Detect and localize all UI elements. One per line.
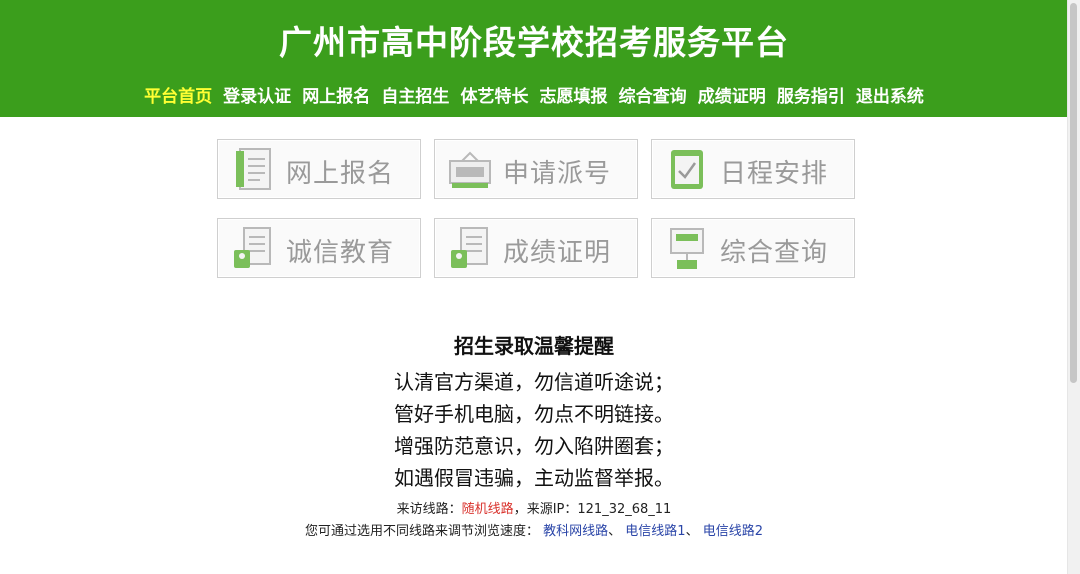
notice-line: 认清官方渠道，勿信道听途说； (394, 370, 674, 394)
notice-line: 增强防范意识，勿入陷阱圈套； (394, 434, 674, 458)
main-nav: 平台首页 登录认证 网上报名 自主招生 体艺特长 志愿填报 综合查询 成绩证明 … (0, 82, 1068, 107)
tile-label: 网上报名 (286, 159, 395, 189)
route-hint: 您可通过选用不同线路来调节浏览速度： (304, 524, 539, 539)
nav-service-guide[interactable]: 服务指引 (777, 82, 845, 107)
nav-comprehensive-query[interactable]: 综合查询 (619, 82, 687, 107)
notice-line: 管好手机电脑，勿点不明链接。 (394, 402, 674, 426)
tile-label: 诚信教育 (286, 238, 395, 268)
tile-schedule[interactable]: 日程安排 (651, 139, 855, 199)
vertical-scrollbar[interactable] (1067, 0, 1080, 574)
tile-label: 日程安排 (720, 159, 829, 189)
nav-application-filling[interactable]: 志愿填报 (540, 82, 608, 107)
route-option-edu-link[interactable]: 教科网线路 (543, 524, 608, 539)
nav-logout[interactable]: 退出系统 (856, 82, 924, 107)
route-option-telecom1-link[interactable]: 电信线路1 (625, 524, 685, 539)
ip-label: ，来源IP： (513, 502, 578, 517)
nav-score-certificate[interactable]: 成绩证明 (698, 82, 766, 107)
tile-integrity-education[interactable]: 诚信教育 (217, 218, 421, 278)
nav-independent-enrollment[interactable]: 自主招生 (381, 82, 449, 107)
tile-online-registration[interactable]: 网上报名 (217, 139, 421, 199)
route-info: 来访线路：随机线路，来源IP：121_32_68_11 (0, 498, 1068, 517)
ticket-icon (449, 151, 491, 188)
nav-arts-sports[interactable]: 体艺特长 (460, 82, 528, 107)
platform-title: 广州市高中阶段学校招考服务平台 (279, 23, 789, 62)
route-option-telecom2-link[interactable]: 电信线路2 (703, 524, 763, 539)
route-current-link[interactable]: 随机线路 (462, 502, 514, 517)
notice-line: 如遇假冒违骗，主动监督举报。 (394, 466, 674, 490)
document-icon (234, 227, 271, 268)
nav-login[interactable]: 登录认证 (223, 82, 291, 107)
form-icon (236, 148, 271, 190)
scrollbar-thumb[interactable] (1070, 3, 1077, 383)
tile-apply-number[interactable]: 申请派号 (434, 139, 638, 199)
notice-title: 招生录取温馨提醒 (454, 334, 614, 358)
query-icon (670, 228, 704, 269)
header-bar: 广州市高中阶段学校招考服务平台 平台首页 登录认证 网上报名 自主招生 体艺特长… (0, 0, 1068, 117)
route-separator: 、 (608, 524, 622, 539)
schedule-icon (671, 150, 703, 189)
tile-label: 成绩证明 (503, 238, 612, 268)
tile-label: 综合查询 (720, 238, 829, 268)
ip-value: 121_32_68_11 (577, 502, 672, 517)
route-separator: 、 (685, 524, 699, 539)
route-prefix: 来访线路： (396, 502, 462, 517)
nav-home[interactable]: 平台首页 (144, 82, 212, 107)
tile-comprehensive-query[interactable]: 综合查询 (651, 218, 855, 278)
tile-label: 申请派号 (503, 159, 612, 189)
route-options: 您可通过选用不同线路来调节浏览速度： 教科网线路、 电信线路1、 电信线路2 (0, 520, 1068, 539)
nav-online-registration[interactable]: 网上报名 (302, 82, 370, 107)
certificate-icon (451, 227, 488, 268)
tile-score-certificate[interactable]: 成绩证明 (434, 218, 638, 278)
